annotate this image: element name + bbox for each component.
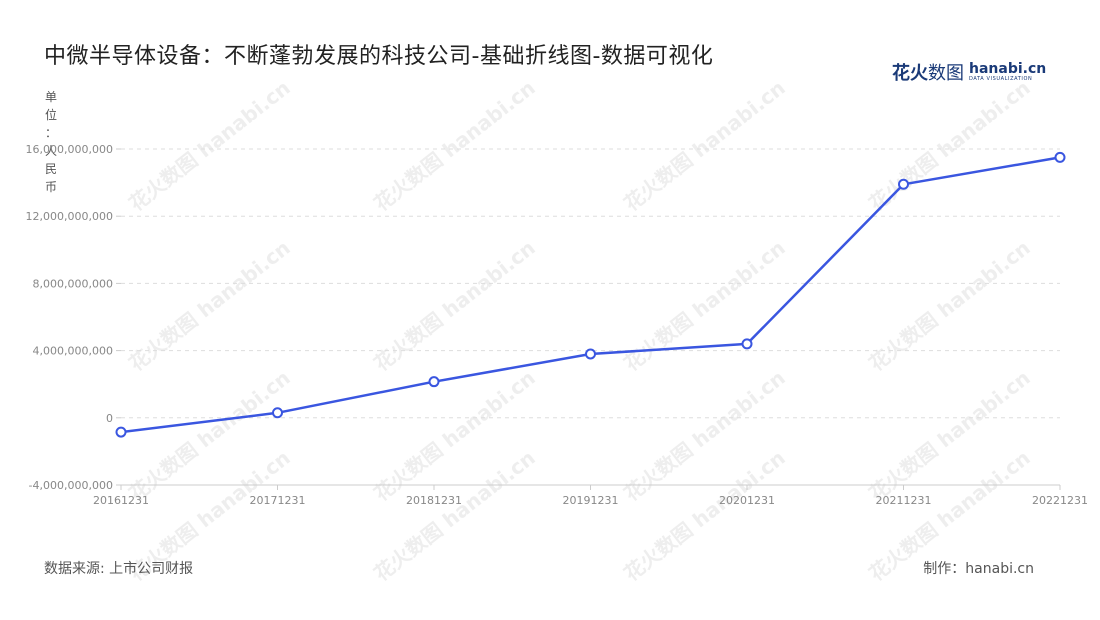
y-axis-ticks: -4,000,000,000 0 4,000,000,000 8,000,000,00… bbox=[26, 143, 121, 492]
line-chart: -4,000,000,000 0 4,000,000,000 8,000,000,00… bbox=[26, 143, 1088, 507]
x-axis: 20161231 20171231 20181231 20191231 20201231… bbox=[93, 484, 1088, 507]
x-tick-label: 20161231 bbox=[93, 494, 149, 507]
series-line bbox=[120, 156, 1061, 434]
y-tick-label: 4,000,000,000 bbox=[33, 345, 113, 358]
data-point[interactable] bbox=[428, 376, 440, 388]
series-points bbox=[115, 151, 1066, 438]
x-tick-label: 20191231 bbox=[563, 494, 619, 507]
x-tick-label: 20171231 bbox=[250, 494, 306, 507]
data-point[interactable] bbox=[115, 426, 127, 438]
data-point[interactable] bbox=[741, 338, 753, 350]
x-tick-label: 20211231 bbox=[876, 494, 932, 507]
y-tick-label: 0 bbox=[106, 412, 113, 425]
data-point[interactable] bbox=[585, 348, 596, 360]
y-tick-label: 12,000,000,000 bbox=[26, 210, 113, 223]
data-source: 数据来源: 上市公司财报 bbox=[44, 561, 194, 577]
y-tick-label: -4,000,000,000 bbox=[29, 479, 113, 492]
y-tick-label: 8,000,000,000 bbox=[33, 277, 113, 290]
maker-credit: 制作：hanabi.cn bbox=[923, 561, 1034, 577]
data-point[interactable] bbox=[898, 178, 909, 190]
x-tick-label: 20201231 bbox=[719, 494, 775, 507]
data-point[interactable] bbox=[272, 407, 283, 419]
x-tick-label: 20221231 bbox=[1032, 494, 1088, 507]
grid-lines bbox=[121, 148, 1060, 419]
data-point[interactable] bbox=[1054, 151, 1066, 163]
x-tick-label: 20181231 bbox=[406, 494, 462, 507]
y-tick-label: 16,000,000,000 bbox=[26, 143, 113, 156]
